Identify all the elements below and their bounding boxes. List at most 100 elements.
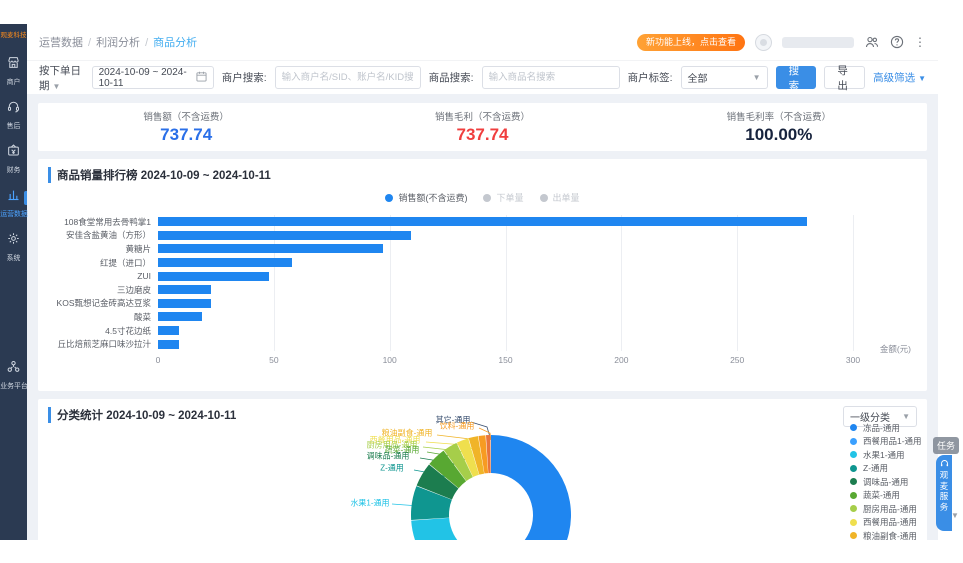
donut-legend: 冻品-通用西餐用品1-通用水果1-通用Z-通用调味品-通用蔬菜-通用厨房用品-通… xyxy=(850,421,922,540)
donut-legend-item[interactable]: Z-通用 xyxy=(850,462,922,476)
product-search-input[interactable] xyxy=(482,66,620,89)
bar[interactable] xyxy=(158,340,179,349)
bar[interactable] xyxy=(158,285,211,294)
legend-label: 冻品-通用 xyxy=(863,422,900,434)
xaxis-tick-label: 0 xyxy=(156,355,161,365)
stat-item: 销售毛利率（不含运费）100.00% xyxy=(631,109,927,145)
legend-label: 下单量 xyxy=(496,191,523,204)
bar[interactable] xyxy=(158,312,202,321)
legend-item[interactable]: 出单量 xyxy=(540,191,580,204)
bar-category-label: ZUI xyxy=(137,271,151,281)
service-floating-tab[interactable]: 观麦服务 xyxy=(936,455,952,531)
date-type-select[interactable]: 按下单日期▼ xyxy=(39,63,84,93)
bar-row: 三边磨皮 xyxy=(158,283,853,297)
bar-category-label: 丘比焙煎芝麻口味沙拉汁 xyxy=(57,338,151,350)
donut-legend-item[interactable]: 水果1-通用 xyxy=(850,448,922,462)
page: 观麦科技 商户售后财务运营数据系统 业务平台 运营数据/利润分析/商品分析 新功… xyxy=(0,0,963,563)
sidebar-item-售后[interactable]: 售后 xyxy=(0,93,27,137)
bar[interactable] xyxy=(158,272,269,281)
legend-label: 西餐用品1-通用 xyxy=(863,435,922,447)
bar-row: 安佳含盐黄油（方形） xyxy=(158,229,853,243)
bar-chart-plot: 108食堂常用去骨鸭掌1安佳含盐黄油（方形）黄糖片红提（进口）ZUI三边磨皮KO… xyxy=(158,215,853,351)
sidebar-item-系统[interactable]: 系统 xyxy=(0,225,27,269)
wallet-icon xyxy=(7,144,20,162)
bar-row: ZUI xyxy=(158,269,853,283)
stat-label: 销售额（不含运费） xyxy=(38,109,334,123)
avatar[interactable] xyxy=(755,34,772,51)
legend-label: 调味品-通用 xyxy=(863,476,908,488)
task-floating-button[interactable]: 任务 xyxy=(933,437,959,454)
headset-icon xyxy=(940,459,949,470)
search-button[interactable]: 搜索 xyxy=(776,66,817,89)
bar-category-label: KOS甄想记金砖高达豆浆 xyxy=(57,297,151,309)
donut-callout-label: 调味品-通用 xyxy=(367,451,410,462)
sidebar-item-business-platform[interactable]: 业务平台 xyxy=(0,353,27,397)
donut-legend-item[interactable]: 粮油副食-通用 xyxy=(850,529,922,540)
breadcrumb-item[interactable]: 运营数据 xyxy=(39,37,83,49)
merchant-search-input[interactable] xyxy=(275,66,421,89)
legend-dot xyxy=(850,532,857,539)
more-menu-icon[interactable]: ⋮ xyxy=(914,37,926,47)
content: 销售额（不含运费）737.74销售毛利（不含运费）737.74销售毛利率（不含运… xyxy=(27,95,938,540)
legend-item[interactable]: 销售额(不含运费) xyxy=(385,191,467,204)
bar-category-label: 三边磨皮 xyxy=(117,284,151,296)
sidebar-item-label: 系统 xyxy=(7,252,21,262)
bar[interactable] xyxy=(158,244,383,253)
advanced-filter-link[interactable]: 高级筛选▼ xyxy=(873,70,926,85)
breadcrumb-separator: / xyxy=(88,37,91,49)
scroll-down-hint-icon[interactable]: ▼ xyxy=(951,511,959,520)
chevron-down-icon: ▼ xyxy=(53,82,61,91)
bar[interactable] xyxy=(158,217,807,226)
bar-category-label: 4.5寸花边纸 xyxy=(105,325,151,337)
new-feature-badge[interactable]: 新功能上线，点击查看 xyxy=(637,34,745,51)
accounts-icon[interactable] xyxy=(864,35,879,50)
donut-legend-item[interactable]: 厨房用品-通用 xyxy=(850,502,922,516)
gridline xyxy=(853,215,854,351)
sidebar-item-商户[interactable]: 商户 xyxy=(0,49,27,93)
donut-legend-item[interactable]: 西餐用品1-通用 xyxy=(850,435,922,449)
merchant-search-label: 商户搜索: xyxy=(222,70,267,85)
date-range-picker[interactable]: 2024-10-09 ~ 2024-10-11 xyxy=(92,66,214,89)
legend-item[interactable]: 下单量 xyxy=(483,191,523,204)
legend-dot xyxy=(385,194,393,202)
ranking-card-title: 商品销量排行榜 2024-10-09 ~ 2024-10-11 xyxy=(48,167,271,183)
export-button[interactable]: 导出 xyxy=(824,66,865,89)
sidebar-item-label: 运营数据 xyxy=(0,208,27,218)
sidebar-item-财务[interactable]: 财务 xyxy=(0,137,27,181)
legend-dot xyxy=(483,194,491,202)
bar-chart-icon xyxy=(7,188,20,206)
stat-item: 销售额（不含运费）737.74 xyxy=(38,109,334,145)
breadcrumb-item[interactable]: 利润分析 xyxy=(96,37,140,49)
donut-legend-item[interactable]: 调味品-通用 xyxy=(850,475,922,489)
bar-category-label: 安佳含盐黄油（方形） xyxy=(66,229,151,241)
xaxis-tick-label: 300 xyxy=(846,355,860,365)
xaxis-unit-label: 金额(元) xyxy=(880,343,911,355)
summary-stats-card: 销售额（不含运费）737.74销售毛利（不含运费）737.74销售毛利率（不含运… xyxy=(38,103,927,151)
donut-callout-label: Z-通用 xyxy=(380,463,404,474)
donut-legend-item[interactable]: 蔬菜-通用 xyxy=(850,489,922,503)
help-icon[interactable] xyxy=(889,35,904,50)
donut-legend-item[interactable]: 冻品-通用 xyxy=(850,421,922,435)
breadcrumb-item-current: 商品分析 xyxy=(153,37,197,49)
legend-label: 蔬菜-通用 xyxy=(863,489,900,501)
bar[interactable] xyxy=(158,299,211,308)
merchant-tag-select[interactable]: 全部▼ xyxy=(681,66,768,89)
bar-row: 丘比焙煎芝麻口味沙拉汁 xyxy=(158,337,853,351)
legend-label: 厨房用品-通用 xyxy=(863,503,917,515)
bar[interactable] xyxy=(158,231,411,240)
bar[interactable] xyxy=(158,326,179,335)
sidebar-item-运营数据[interactable]: 运营数据 xyxy=(0,181,27,225)
filter-bar: 按下单日期▼ 2024-10-09 ~ 2024-10-11 商户搜索: 商品搜… xyxy=(27,60,938,94)
sidebar-item-label: 售后 xyxy=(7,120,21,130)
xaxis-tick-label: 100 xyxy=(383,355,397,365)
sidebar-item-label: 财务 xyxy=(7,164,21,174)
legend-label: 西餐用品-通用 xyxy=(863,516,917,528)
legend-dot xyxy=(850,438,857,445)
main-area: 运营数据/利润分析/商品分析 新功能上线，点击查看 ⋮ 按下单 xyxy=(27,24,938,540)
donut-legend-item[interactable]: 西餐用品-通用 xyxy=(850,516,922,530)
donut-slice[interactable] xyxy=(487,435,571,540)
bar[interactable] xyxy=(158,258,292,267)
donut-slice[interactable] xyxy=(411,518,464,540)
bar-row: 黄糖片 xyxy=(158,242,853,256)
headset-icon xyxy=(7,100,20,118)
